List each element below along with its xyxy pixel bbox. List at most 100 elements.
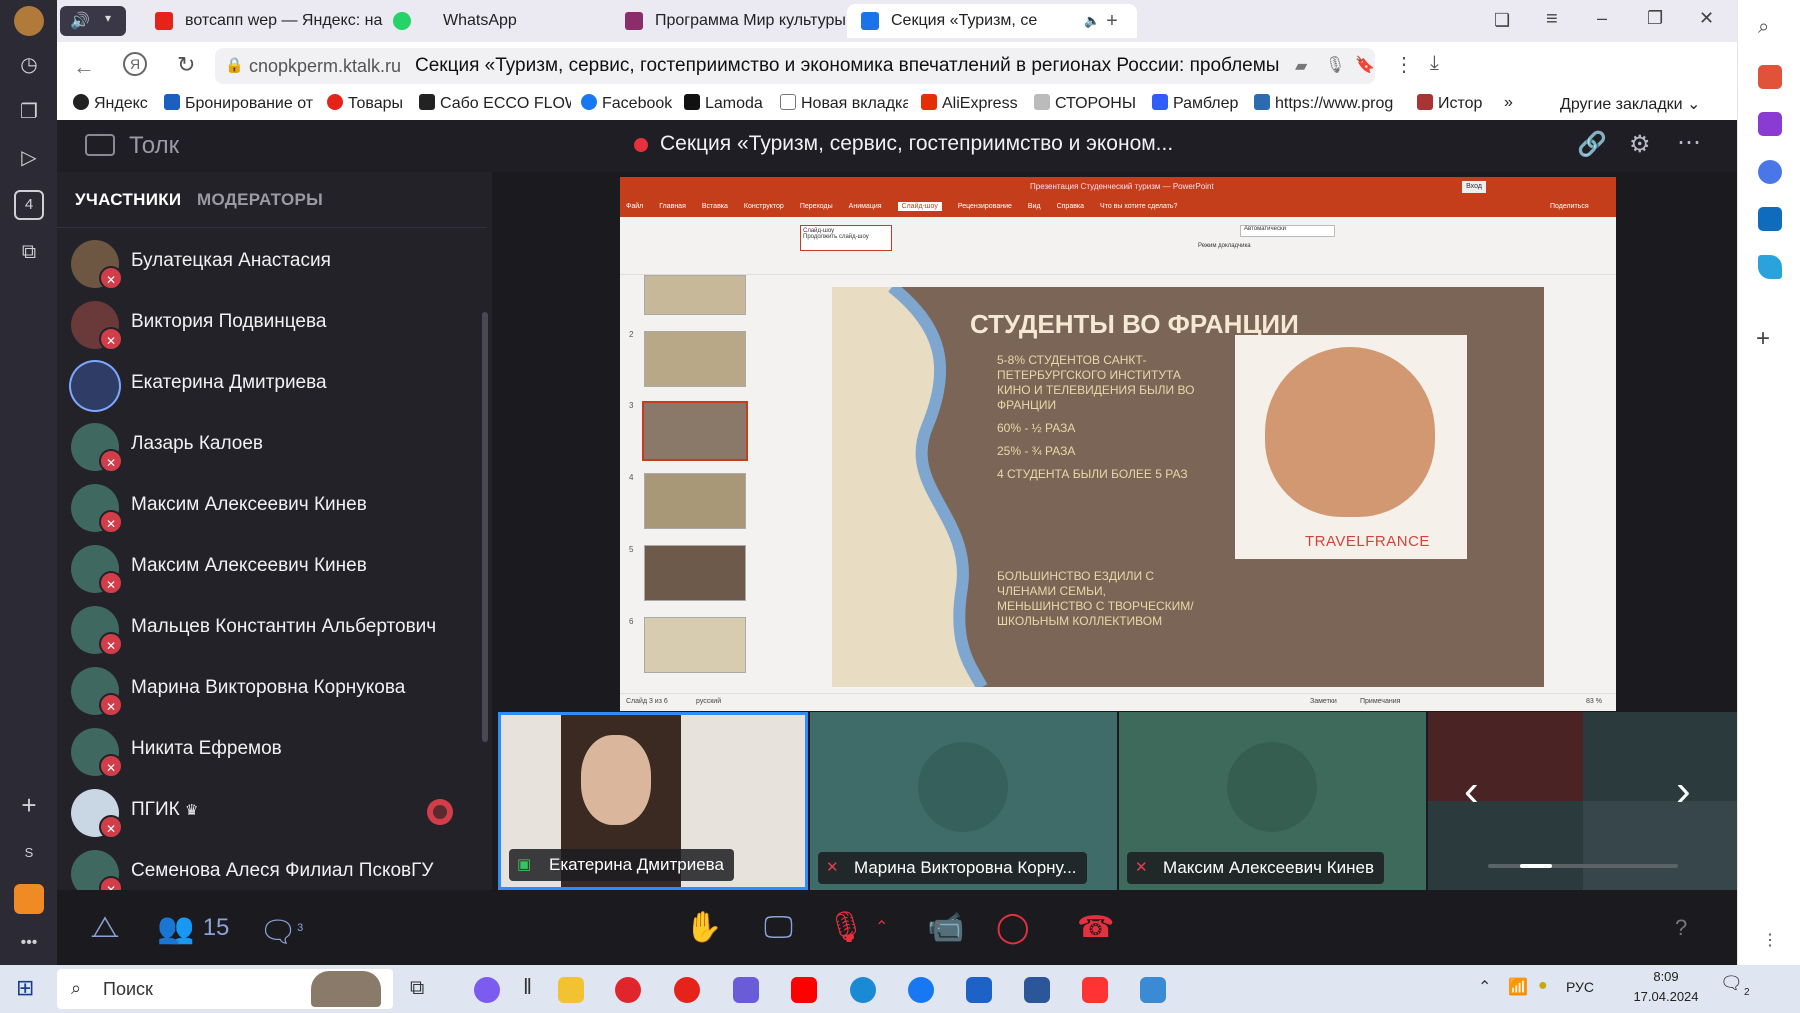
restore-icon[interactable]: ❐ [1647, 8, 1663, 29]
games-icon[interactable] [1758, 112, 1782, 136]
bookmark-aliexpress[interactable]: AliExpress [921, 94, 1031, 113]
alice-taskbar-icon[interactable] [474, 977, 500, 1003]
video-tile[interactable]: ✕ Максим Алексеевич Кинев [1119, 712, 1426, 890]
bookmarks-overflow[interactable]: » [1504, 94, 1513, 112]
mail-panel-icon[interactable] [14, 884, 44, 914]
telegram-icon[interactable] [1758, 255, 1782, 279]
clock-time[interactable]: 8:09 [1626, 969, 1706, 984]
participant-row[interactable]: ✕ Семенова Алеся Филиал ПсковГУ [57, 842, 477, 892]
address-field[interactable]: 🔒 cnopkperm.ktalk.ru Секция «Туризм, сер… [215, 48, 1375, 84]
s-panel-icon[interactable]: S [14, 838, 44, 868]
yandex-browser-icon[interactable] [1082, 977, 1108, 1003]
profile-avatar-icon[interactable] [14, 6, 44, 36]
chevron-right-icon[interactable]: › [1676, 766, 1691, 816]
search-icon[interactable]: ⌕ [1758, 16, 1769, 39]
participant-row[interactable]: ✕ Виктория Подвинцева [57, 293, 477, 354]
taskbar-search[interactable]: ⌕ Поиск [57, 969, 393, 1009]
bookmark-yandex[interactable]: Яндекс [73, 94, 153, 113]
bookmark-rambler[interactable]: Рамблер [1152, 94, 1247, 113]
ppt-ribbon-tab[interactable]: Рецензирование [958, 203, 1012, 210]
more-panels-icon[interactable]: ••• [14, 928, 44, 958]
slide-thumbnail[interactable] [644, 617, 746, 673]
close-window-icon[interactable]: ✕ [1699, 8, 1714, 29]
help-icon[interactable]: ? [1675, 910, 1687, 946]
participant-row[interactable]: ✕ Булатецкая Анастасия [57, 232, 477, 293]
link-icon[interactable]: 🔗 [1577, 130, 1607, 159]
mic-permission-icon[interactable]: 🎙 [1325, 55, 1345, 75]
ppt-share-button[interactable]: Поделиться [1550, 203, 1589, 210]
clock-date[interactable]: 17.04.2024 [1626, 989, 1706, 1004]
bookmark-booking[interactable]: Бронирование от [164, 94, 324, 113]
photos-icon[interactable] [1140, 977, 1166, 1003]
slide-thumbnail[interactable] [644, 275, 746, 315]
bookmark-new-tab[interactable]: Новая вкладка [780, 94, 908, 113]
bookmark-ecco[interactable]: Сабо ECCO FLOW [419, 94, 571, 113]
camera-button[interactable]: 📹 [927, 910, 964, 946]
collections-icon[interactable]: ❐ [14, 97, 44, 127]
participants-button[interactable]: 👥 15 [157, 910, 229, 947]
participant-row[interactable]: ✕ ПГИК ♛ [57, 781, 477, 842]
raise-hand-icon[interactable]: ✋ [685, 910, 722, 946]
ppt-ribbon-tab[interactable]: Вставка [702, 203, 728, 210]
ppt-login-button[interactable]: Вход [1462, 181, 1486, 193]
play-icon[interactable]: ▷ [14, 143, 44, 173]
ppt-notes-button[interactable]: Заметки [1310, 698, 1337, 705]
participant-row[interactable]: ✕ Максим Алексеевич Кинев [57, 537, 477, 598]
settings-icon[interactable]: ⚙ [1629, 130, 1651, 159]
participant-row[interactable]: ✕ Максим Алексеевич Кинев [57, 476, 477, 537]
other-bookmarks[interactable]: Другие закладки ⌄ [1560, 94, 1700, 114]
participant-row[interactable]: Екатерина Дмитриева [57, 354, 477, 415]
ppt-ribbon-tab[interactable]: Переходы [800, 203, 833, 210]
ppt-presenter-mode[interactable]: Режим докладчика [1198, 243, 1251, 249]
tab-audio-control[interactable]: 🔊 ▾ [60, 6, 126, 36]
bookmark-storony[interactable]: СТОРОНЫ [1034, 94, 1146, 113]
bookmark-icon[interactable]: 🔖 [1355, 55, 1375, 75]
tab-moderators[interactable]: МОДЕРАТОРЫ [197, 190, 323, 210]
minimize-icon[interactable]: – [1597, 8, 1607, 29]
ppt-ribbon-tab[interactable]: Главная [659, 203, 686, 210]
record-button[interactable]: ◯ [996, 910, 1030, 946]
security-icon[interactable]: ● [1538, 977, 1548, 995]
edge-icon[interactable] [850, 977, 876, 1003]
windows-start-icon[interactable]: ⊞ [16, 975, 34, 1001]
language-indicator[interactable]: РУС [1566, 979, 1594, 995]
screen-share-button[interactable]: 🖵 [764, 910, 793, 946]
ppt-comments-button[interactable]: Примечания [1360, 698, 1400, 705]
tab-whatsapp[interactable]: WhatsApp [393, 4, 623, 38]
yandex-taskbar-icon[interactable] [674, 977, 700, 1003]
wifi-icon[interactable]: 📶 [1508, 977, 1528, 997]
new-tab-button[interactable]: + [1099, 9, 1125, 35]
camera-permission-icon[interactable]: ▰ [1295, 56, 1307, 76]
apps-icon[interactable]: ⧍ [91, 910, 119, 946]
downloads-icon[interactable]: ⤓ [1430, 52, 1439, 75]
participant-row[interactable]: ✕ Никита Ефремов [57, 720, 477, 781]
slide-thumbnail[interactable] [644, 473, 746, 529]
chevron-left-icon[interactable]: ‹ [1464, 766, 1479, 816]
tab-count-icon[interactable]: 4 [14, 190, 44, 220]
app-icon[interactable] [733, 977, 759, 1003]
participant-row[interactable]: ✕ Лазарь Калоев [57, 415, 477, 476]
opera-icon[interactable] [615, 977, 641, 1003]
menu-icon[interactable]: ≡ [1546, 8, 1558, 31]
video-tile-speaker[interactable]: ▣ Екатерина Дмитриева [498, 712, 808, 890]
bookmark-facebook[interactable]: Facebook [581, 94, 676, 113]
slide-thumbnail-active[interactable] [642, 401, 748, 461]
add-panel-icon[interactable]: + [14, 790, 44, 820]
history-icon[interactable]: ◷ [14, 50, 44, 80]
video-tile[interactable]: ✕ Марина Викторовна Корну... [810, 712, 1117, 890]
tab-meeting-active[interactable]: Секция «Туризм, се 🔈 ✕ [847, 4, 1137, 38]
ppt-ribbon-tab[interactable]: Анимация [849, 203, 882, 210]
participant-row[interactable]: ✕ Мальцев Константин Альбертович [57, 598, 477, 659]
reload-icon[interactable]: ↻ [177, 52, 195, 78]
add-sidebar-app-icon[interactable]: + [1756, 325, 1770, 353]
ppt-ribbon-tab[interactable]: Вид [1028, 203, 1041, 210]
mic-off-button[interactable]: 🎙 [827, 910, 865, 946]
bookmark-lamoda[interactable]: Lamoda [684, 94, 769, 113]
yandex-logo-icon[interactable]: Я [123, 52, 147, 76]
word-icon[interactable] [1024, 977, 1050, 1003]
ppt-monitor-select[interactable]: Автоматически [1240, 225, 1335, 237]
ppt-ribbon-tab[interactable]: Файл [626, 203, 643, 210]
facebook-taskbar-icon[interactable] [908, 977, 934, 1003]
slide-thumbnail[interactable] [644, 545, 746, 601]
notifications-icon[interactable]: 🗨 [1720, 973, 1743, 994]
